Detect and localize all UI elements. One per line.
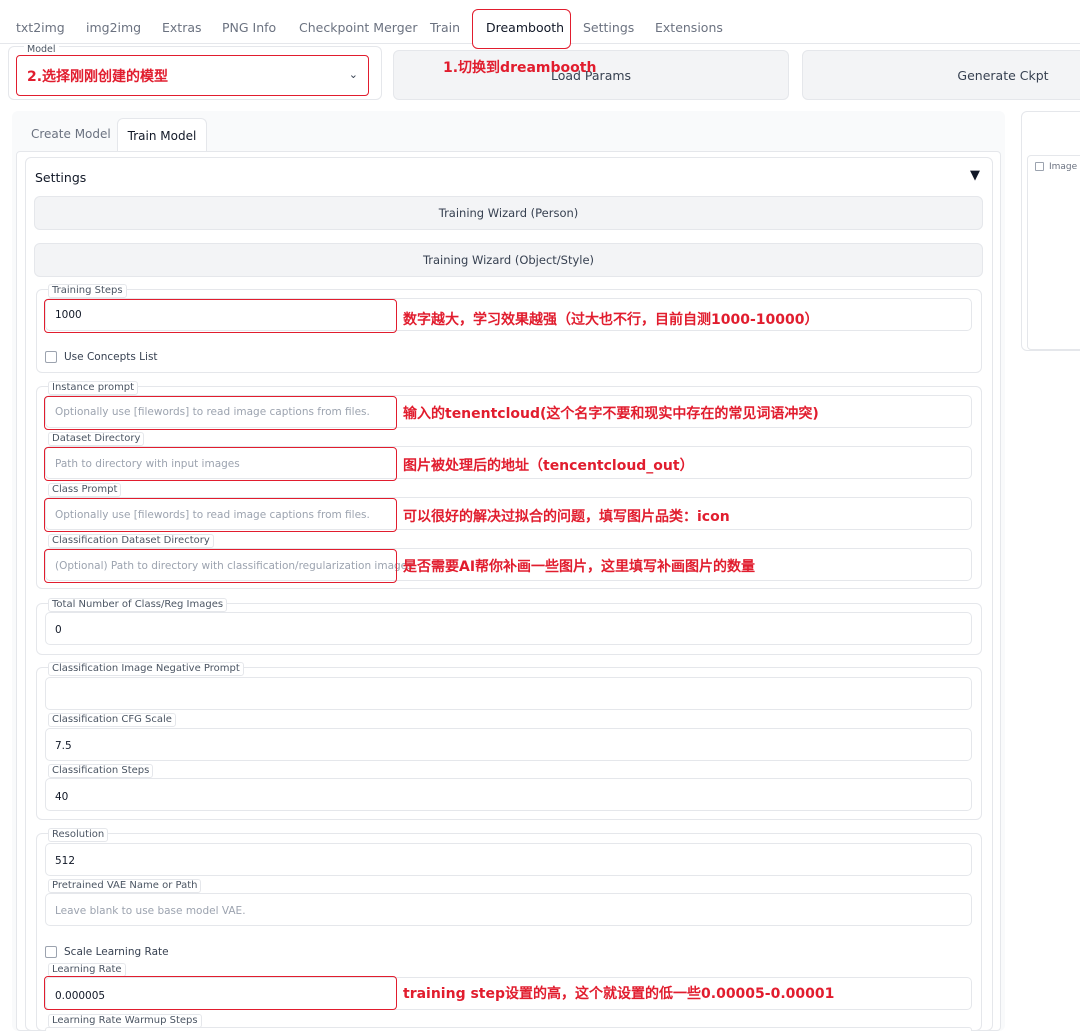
class-cfg-scale-value: 7.5: [55, 740, 72, 752]
total-class-images-value: 0: [55, 624, 62, 636]
tab-train[interactable]: Train: [430, 20, 460, 35]
training-steps-annotation: 数字越大，学习效果越强（过大也不行，目前自测1000-10000）: [403, 312, 819, 328]
generate-ckpt-button[interactable]: Generate Ckpt: [802, 50, 1080, 100]
use-concepts-label: Use Concepts List: [64, 351, 158, 363]
vae-label: Pretrained VAE Name or Path: [48, 879, 202, 893]
class-cfg-scale-label: Classification CFG Scale: [48, 713, 176, 727]
vae-input[interactable]: Leave blank to use base model VAE.: [45, 893, 972, 926]
class-prompt-annotation: 可以很好的解决过拟合的问题，填写图片品类：icon: [403, 509, 730, 525]
instance-prompt-highlight: [44, 396, 397, 430]
tab-dreambooth[interactable]: Dreambooth: [486, 20, 564, 35]
image-output-area: [1027, 155, 1080, 350]
learning-rate-annotation: training step设置的高，这个就设置的低一些0.00005-0.000…: [403, 986, 835, 1002]
tab-create-model[interactable]: Create Model: [31, 127, 111, 141]
generate-ckpt-label: Generate Ckpt: [957, 67, 1049, 83]
resolution-input[interactable]: 512: [45, 843, 972, 876]
tab-extras[interactable]: Extras: [162, 20, 202, 35]
class-negative-prompt-input[interactable]: [45, 677, 972, 710]
vae-placeholder: Leave blank to use base model VAE.: [55, 905, 246, 917]
dataset-directory-annotation: 图片被处理后的地址（tencentcloud_out）: [403, 458, 694, 474]
total-class-images-input[interactable]: 0: [45, 612, 972, 645]
chevron-down-icon: ⌄: [348, 68, 358, 81]
settings-title[interactable]: Settings: [35, 170, 86, 185]
learning-rate-highlight: [44, 976, 397, 1010]
top-tab-bar: txt2img img2img Extras PNG Info Checkpoi…: [0, 0, 1080, 49]
tab-train-model-label: Train Model: [127, 128, 197, 143]
total-class-images-label: Total Number of Class/Reg Images: [48, 598, 228, 612]
scale-learning-rate-label: Scale Learning Rate: [64, 946, 169, 958]
class-prompt-label: Class Prompt: [48, 483, 122, 497]
class-cfg-scale-input[interactable]: 7.5: [45, 728, 972, 761]
class-steps-value: 40: [55, 791, 69, 803]
dataset-directory-label: Dataset Directory: [48, 432, 145, 446]
model-annotation: 2.选择刚刚创建的模型: [27, 69, 169, 85]
class-steps-input[interactable]: 40: [45, 778, 972, 811]
class-dataset-directory-label: Classification Dataset Directory: [48, 534, 214, 548]
training-steps-highlight: [44, 299, 397, 333]
tab-checkpoint-merger[interactable]: Checkpoint Merger: [299, 20, 417, 35]
switch-annotation: 1.切换到dreambooth: [443, 60, 597, 76]
instance-prompt-annotation: 输入的tenentcloud(这个名字不要和现实中存在的常见词语冲突): [403, 406, 819, 422]
tab-txt2img[interactable]: txt2img: [16, 20, 65, 35]
dataset-directory-highlight: [44, 447, 397, 481]
tab-extensions[interactable]: Extensions: [655, 20, 723, 35]
tab-train-model[interactable]: Train Model: [117, 118, 207, 152]
class-dataset-directory-highlight: [44, 549, 397, 583]
training-wizard-person-button[interactable]: Training Wizard (Person): [34, 196, 983, 230]
tab-png-info[interactable]: PNG Info: [222, 20, 276, 35]
training-steps-label: Training Steps: [48, 284, 127, 298]
class-negative-prompt-label: Classification Image Negative Prompt: [48, 662, 244, 676]
class-steps-label: Classification Steps: [48, 764, 154, 778]
class-dataset-directory-annotation: 是否需要AI帮你补画一些图片，这里填写补画图片的数量: [403, 559, 756, 575]
training-wizard-object-label: Training Wizard (Object/Style): [422, 253, 595, 267]
tab-settings[interactable]: Settings: [583, 20, 634, 35]
training-wizard-object-button[interactable]: Training Wizard (Object/Style): [34, 243, 983, 277]
lr-warmup-label: Learning Rate Warmup Steps: [48, 1014, 202, 1028]
lr-warmup-input[interactable]: [45, 1027, 972, 1031]
training-wizard-person-label: Training Wizard (Person): [438, 206, 579, 220]
model-label: Model: [24, 44, 59, 55]
resolution-value: 512: [55, 855, 76, 867]
class-prompt-highlight: [44, 498, 397, 532]
resolution-label: Resolution: [48, 828, 109, 842]
scale-learning-rate-checkbox[interactable]: [45, 946, 57, 958]
use-concepts-checkbox[interactable]: [45, 351, 57, 363]
tab-img2img[interactable]: img2img: [86, 20, 141, 35]
learning-rate-label: Learning Rate: [48, 963, 126, 977]
image-label: Image: [1049, 162, 1078, 172]
collapse-triangle-icon[interactable]: ▼: [970, 168, 980, 183]
instance-prompt-label: Instance prompt: [48, 381, 139, 395]
model-select[interactable]: 2.选择刚刚创建的模型 ⌄: [16, 55, 369, 96]
image-icon: [1035, 162, 1044, 171]
